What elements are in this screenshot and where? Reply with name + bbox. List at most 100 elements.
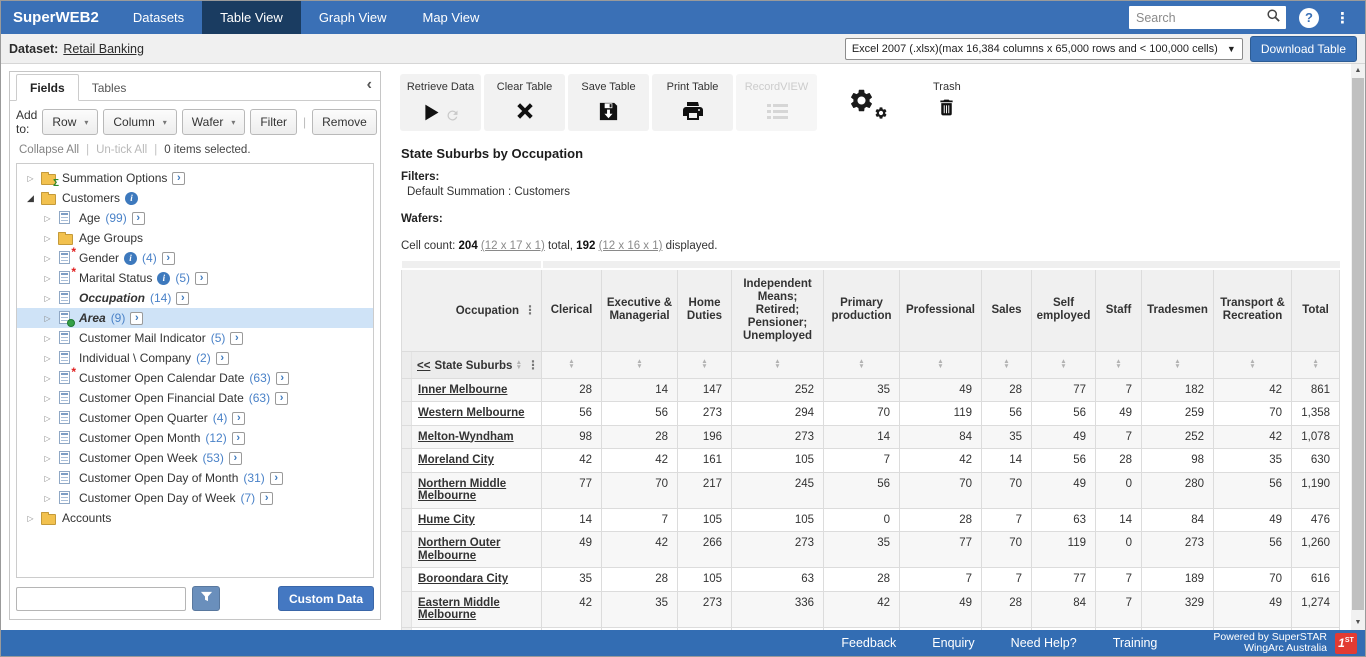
row-label-link[interactable]: Inner Melbourne bbox=[418, 384, 507, 396]
sort-icon[interactable]: ▲▼ bbox=[516, 360, 522, 371]
open-field-icon[interactable]: › bbox=[270, 472, 283, 485]
sort-icon[interactable]: ▲▼ bbox=[1249, 359, 1255, 370]
open-field-icon[interactable]: › bbox=[232, 412, 245, 425]
panel-collapse-icon[interactable]: ‹ bbox=[367, 77, 372, 93]
cell-count-displayed-link[interactable]: (12 x 16 x 1) bbox=[599, 240, 663, 252]
expand-arrow-icon[interactable]: ▷ bbox=[42, 274, 53, 283]
kebab-menu-icon[interactable]: ⋮ bbox=[527, 358, 539, 372]
sort-icon[interactable]: ▲▼ bbox=[568, 359, 574, 370]
tree-filter-input[interactable] bbox=[16, 587, 186, 611]
row-label-link[interactable]: Melton-Wyndham bbox=[418, 431, 514, 443]
sort-icon[interactable]: ▲▼ bbox=[1115, 359, 1121, 370]
cell-count-total-link[interactable]: (12 x 17 x 1) bbox=[481, 240, 545, 252]
column-header-tradesmen[interactable]: Tradesmen bbox=[1142, 269, 1214, 351]
scrollbar-thumb[interactable] bbox=[1352, 78, 1364, 610]
chevron-down-icon[interactable]: ▾ bbox=[163, 118, 167, 127]
sort-cell-sales[interactable]: ▲▼ bbox=[982, 351, 1032, 378]
expand-arrow-icon[interactable]: ▷ bbox=[25, 174, 36, 183]
column-header-clerical[interactable]: Clerical bbox=[542, 269, 602, 351]
expand-arrow-icon[interactable]: ▷ bbox=[42, 434, 53, 443]
footer-link-need-help[interactable]: Need Help? bbox=[1011, 636, 1077, 650]
expand-arrow-icon[interactable]: ▷ bbox=[42, 414, 53, 423]
untick-all-link[interactable]: Un-tick All bbox=[96, 144, 147, 156]
tree-item-customer-open-day-of-week[interactable]: ▷Customer Open Day of Week(7)› bbox=[17, 488, 373, 508]
add-to-column-button[interactable]: Column▾ bbox=[103, 109, 176, 135]
sort-cell-tradesmen[interactable]: ▲▼ bbox=[1142, 351, 1214, 378]
chevron-down-icon[interactable]: ▾ bbox=[231, 118, 235, 127]
search-input[interactable] bbox=[1129, 11, 1266, 25]
open-field-icon[interactable]: › bbox=[132, 212, 145, 225]
tree-item-customer-open-financial-date[interactable]: ▷Customer Open Financial Date(63)› bbox=[17, 388, 373, 408]
sort-icon[interactable]: ▲▼ bbox=[1174, 359, 1180, 370]
nav-tab-datasets[interactable]: Datasets bbox=[115, 1, 202, 34]
tree-item-accounts[interactable]: ▷Accounts bbox=[17, 508, 373, 528]
expand-arrow-icon[interactable]: ▷ bbox=[42, 454, 53, 463]
row-dimension-cell[interactable]: <<State Suburbs ▲▼⋮ bbox=[412, 351, 542, 378]
scroll-up-icon[interactable]: ▲ bbox=[1351, 65, 1365, 77]
expand-arrow-icon[interactable]: ▷ bbox=[42, 254, 53, 263]
open-field-icon[interactable]: › bbox=[216, 352, 229, 365]
footer-link-training[interactable]: Training bbox=[1113, 636, 1158, 650]
expand-arrow-icon[interactable]: ▷ bbox=[25, 514, 36, 523]
collapse-all-link[interactable]: Collapse All bbox=[19, 144, 79, 156]
expand-arrow-icon[interactable]: ▷ bbox=[42, 234, 53, 243]
sort-cell-home-duties[interactable]: ▲▼ bbox=[678, 351, 732, 378]
tab-fields[interactable]: Fields bbox=[16, 74, 79, 101]
search-icon[interactable] bbox=[1266, 8, 1281, 28]
sort-cell-executive-managerial[interactable]: ▲▼ bbox=[602, 351, 678, 378]
nav-tab-graph-view[interactable]: Graph View bbox=[301, 1, 405, 34]
dataset-name-link[interactable]: Retail Banking bbox=[63, 42, 144, 56]
tree-item-customers[interactable]: ◢Customersi bbox=[17, 188, 373, 208]
save-table-button[interactable]: Save Table bbox=[568, 74, 649, 131]
row-label-link[interactable]: Boroondara City bbox=[418, 573, 508, 585]
open-field-icon[interactable]: › bbox=[260, 492, 273, 505]
help-icon[interactable]: ? bbox=[1299, 8, 1319, 28]
sort-icon[interactable]: ▲▼ bbox=[937, 359, 943, 370]
column-header-executive-managerial[interactable]: Executive & Managerial bbox=[602, 269, 678, 351]
footer-link-feedback[interactable]: Feedback bbox=[841, 636, 896, 650]
tree-item-customer-mail-indicator[interactable]: ▷Customer Mail Indicator(5)› bbox=[17, 328, 373, 348]
print-table-button[interactable]: Print Table bbox=[652, 74, 733, 131]
tab-tables[interactable]: Tables bbox=[79, 75, 140, 100]
expand-arrow-icon[interactable]: ▷ bbox=[42, 394, 53, 403]
row-label-link[interactable]: Hume City bbox=[418, 514, 475, 526]
open-field-icon[interactable]: › bbox=[176, 292, 189, 305]
sort-icon[interactable]: ▲▼ bbox=[1312, 359, 1318, 370]
expand-arrow-icon[interactable]: ▷ bbox=[42, 334, 53, 343]
tree-item-customer-open-day-of-month[interactable]: ▷Customer Open Day of Month(31)› bbox=[17, 468, 373, 488]
vertical-scrollbar[interactable]: ▲ ▼ bbox=[1351, 64, 1365, 630]
expand-arrow-icon[interactable]: ▷ bbox=[42, 494, 53, 503]
open-field-icon[interactable]: › bbox=[130, 312, 143, 325]
tree-item-customer-open-month[interactable]: ▷Customer Open Month(12)› bbox=[17, 428, 373, 448]
tree-item-customer-open-quarter[interactable]: ▷Customer Open Quarter(4)› bbox=[17, 408, 373, 428]
sort-icon[interactable]: ▲▼ bbox=[701, 359, 707, 370]
sort-cell-professional[interactable]: ▲▼ bbox=[900, 351, 982, 378]
open-field-icon[interactable]: › bbox=[276, 372, 289, 385]
open-field-icon[interactable]: › bbox=[230, 332, 243, 345]
search-box[interactable] bbox=[1129, 6, 1286, 29]
column-header-independent-means-retired-pensioner-unemployed[interactable]: Independent Means; Retired; Pensioner; U… bbox=[732, 269, 824, 351]
row-label-link[interactable]: Northern Middle Melbourne bbox=[418, 478, 506, 503]
row-label-link[interactable]: Western Melbourne bbox=[418, 407, 525, 419]
row-label-link[interactable]: Eastern Middle Melbourne bbox=[418, 597, 500, 622]
open-field-icon[interactable]: › bbox=[229, 452, 242, 465]
sort-cell-self-employed[interactable]: ▲▼ bbox=[1032, 351, 1096, 378]
row-label-link[interactable]: Northern Outer Melbourne bbox=[418, 537, 500, 562]
expand-arrow-icon[interactable]: ▷ bbox=[42, 294, 53, 303]
expand-arrow-icon[interactable]: ▷ bbox=[42, 374, 53, 383]
chevron-down-icon[interactable]: ▾ bbox=[84, 118, 88, 127]
tree-item-occupation[interactable]: ▷Occupation(14)› bbox=[17, 288, 373, 308]
add-to-row-button[interactable]: Row▾ bbox=[42, 109, 98, 135]
nav-tab-map-view[interactable]: Map View bbox=[405, 1, 498, 34]
sort-icon[interactable]: ▲▼ bbox=[1060, 359, 1066, 370]
clear-table-button[interactable]: Clear Table bbox=[484, 74, 565, 131]
sort-cell-primary-production[interactable]: ▲▼ bbox=[824, 351, 900, 378]
column-header-staff[interactable]: Staff bbox=[1096, 269, 1142, 351]
tree-item-area[interactable]: ▷Area(9)› bbox=[17, 308, 373, 328]
scroll-down-icon[interactable]: ▼ bbox=[1351, 617, 1365, 629]
open-field-icon[interactable]: › bbox=[172, 172, 185, 185]
expand-arrow-icon[interactable]: ▷ bbox=[42, 314, 53, 323]
column-header-professional[interactable]: Professional bbox=[900, 269, 982, 351]
table-options-button[interactable] bbox=[848, 87, 890, 125]
column-header-primary-production[interactable]: Primary production bbox=[824, 269, 900, 351]
